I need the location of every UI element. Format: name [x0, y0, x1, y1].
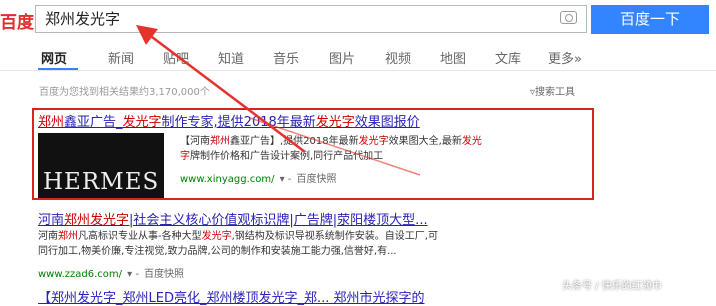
arrow-to-title: [249, 117, 421, 176]
watermark: 头条号 / 快乐的红领巾: [562, 281, 662, 292]
arrow-to-search: [136, 24, 306, 153]
annotation-arrows: [136, 24, 421, 176]
